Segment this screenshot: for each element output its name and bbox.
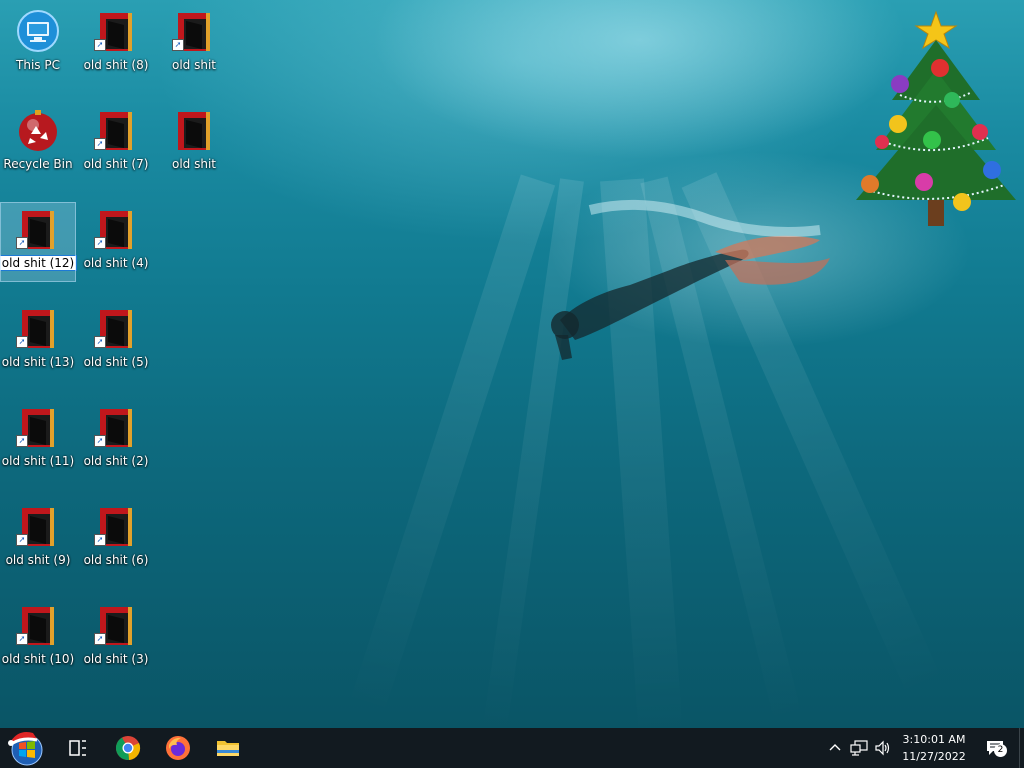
folder-icon: ➚: [94, 603, 138, 647]
desktop-icon-old-shit-7[interactable]: ➚ old shit (7): [79, 104, 153, 182]
desktop-icon-this-pc[interactable]: This PC: [1, 5, 75, 83]
desktop-icon-old-shit-3[interactable]: ➚ old shit (3): [79, 599, 153, 677]
icon-label: old shit (2): [83, 454, 149, 468]
folder-icon: ➚: [94, 504, 138, 548]
clock-button[interactable]: 3:10:01 AM 11/27/2022: [898, 731, 970, 767]
icon-label: old shit: [171, 58, 216, 72]
shortcut-arrow-icon: ➚: [94, 336, 106, 348]
shortcut-arrow-icon: ➚: [16, 534, 28, 546]
folder-icon: [172, 108, 216, 152]
icon-label: old shit: [171, 157, 216, 171]
desktop[interactable]: This PC Recycle Bin ➚ old shit (12) ➚ ol…: [0, 0, 1024, 728]
icon-label: old shit (13): [1, 355, 75, 369]
folder-icon: ➚: [172, 9, 216, 53]
icon-label: old shit (9): [5, 553, 71, 567]
shortcut-arrow-icon: ➚: [94, 39, 106, 51]
task-view-button[interactable]: [56, 728, 100, 768]
shortcut-arrow-icon: ➚: [94, 138, 106, 150]
desktop-icon-old-shit-13[interactable]: ➚ old shit (13): [1, 302, 75, 380]
action-center-button[interactable]: 2: [980, 728, 1010, 768]
icon-label: old shit (7): [83, 157, 149, 171]
icon-label: This PC: [16, 58, 60, 72]
recycle-bin-icon: [16, 108, 60, 152]
desktop-icon-old-shit-2[interactable]: ➚ old shit (2): [79, 401, 153, 479]
shortcut-arrow-icon: ➚: [94, 534, 106, 546]
folder-icon: ➚: [94, 207, 138, 251]
folder-icon: ➚: [94, 405, 138, 449]
folder-icon: ➚: [16, 207, 60, 251]
file-explorer-taskbar-button[interactable]: [206, 728, 250, 768]
desktop-icon-recycle-bin[interactable]: Recycle Bin: [1, 104, 75, 182]
firefox-taskbar-button[interactable]: [156, 728, 200, 768]
shortcut-arrow-icon: ➚: [172, 39, 184, 51]
desktop-icon-old-shit-9[interactable]: ➚ old shit (9): [1, 500, 75, 578]
notification-count-badge: 2: [994, 744, 1007, 757]
shortcut-arrow-icon: ➚: [16, 435, 28, 447]
chrome-icon: [115, 736, 141, 761]
shortcut-arrow-icon: ➚: [94, 633, 106, 645]
icon-label: old shit (6): [83, 553, 149, 567]
icon-label: Recycle Bin: [3, 157, 73, 171]
icon-label: old shit (5): [83, 355, 149, 369]
desktop-icon-old-shit-4[interactable]: ➚ old shit (4): [79, 203, 153, 281]
icon-label: old shit (8): [83, 58, 149, 72]
folder-icon: ➚: [16, 306, 60, 350]
christmas-tree-icon[interactable]: [842, 0, 1018, 236]
start-orb-icon: [8, 732, 43, 766]
chevron-up-icon: [829, 744, 841, 751]
folder-icon: ➚: [94, 306, 138, 350]
folder-icon: ➚: [94, 108, 138, 152]
folder-icon: ➚: [16, 603, 60, 647]
shortcut-arrow-icon: ➚: [16, 237, 28, 249]
shortcut-arrow-icon: ➚: [94, 237, 106, 249]
icon-label: old shit (4): [83, 256, 149, 270]
start-button[interactable]: [0, 728, 52, 768]
show-desktop-button[interactable]: [1019, 728, 1024, 768]
desktop-icon-old-shit-12[interactable]: ➚ old shit (12): [0, 202, 78, 282]
clock-date: 11/27/2022: [902, 750, 966, 763]
icon-label: old shit (11): [1, 454, 75, 468]
icon-label[interactable]: old shit (12): [0, 255, 78, 271]
folder-icon: ➚: [16, 504, 60, 548]
icon-label: old shit (10): [1, 652, 75, 666]
desktop-icon-old-shit-b[interactable]: old shit: [157, 104, 231, 182]
desktop-icon-old-shit-10[interactable]: ➚ old shit (10): [1, 599, 75, 677]
volume-tray-button[interactable]: [872, 728, 894, 768]
shortcut-arrow-icon: ➚: [16, 633, 28, 645]
this-pc-icon: [16, 9, 60, 53]
desktop-icon-old-shit-5[interactable]: ➚ old shit (5): [79, 302, 153, 380]
speaker-icon: [875, 740, 890, 756]
shortcut-arrow-icon: ➚: [16, 336, 28, 348]
file-explorer-icon: [217, 741, 239, 756]
network-tray-button[interactable]: [848, 728, 870, 768]
clock-time: 3:10:01 AM: [902, 733, 966, 746]
icon-label: old shit (3): [83, 652, 149, 666]
desktop-icon-old-shit-8[interactable]: ➚ old shit (8): [79, 5, 153, 83]
chrome-taskbar-button[interactable]: [106, 728, 150, 768]
firefox-icon: [166, 736, 190, 760]
folder-icon: ➚: [16, 405, 60, 449]
task-view-icon: [69, 740, 86, 756]
desktop-icon-old-shit-11[interactable]: ➚ old shit (11): [1, 401, 75, 479]
taskbar: 3:10:01 AM 11/27/2022 2: [0, 728, 1024, 768]
network-icon: [850, 740, 868, 756]
folder-icon: ➚: [94, 9, 138, 53]
desktop-icon-old-shit-6[interactable]: ➚ old shit (6): [79, 500, 153, 578]
swimmer-silhouette: [551, 199, 830, 360]
show-hidden-icons-button[interactable]: [824, 728, 846, 768]
shortcut-arrow-icon: ➚: [94, 435, 106, 447]
desktop-icon-old-shit-a[interactable]: ➚ old shit: [157, 5, 231, 83]
